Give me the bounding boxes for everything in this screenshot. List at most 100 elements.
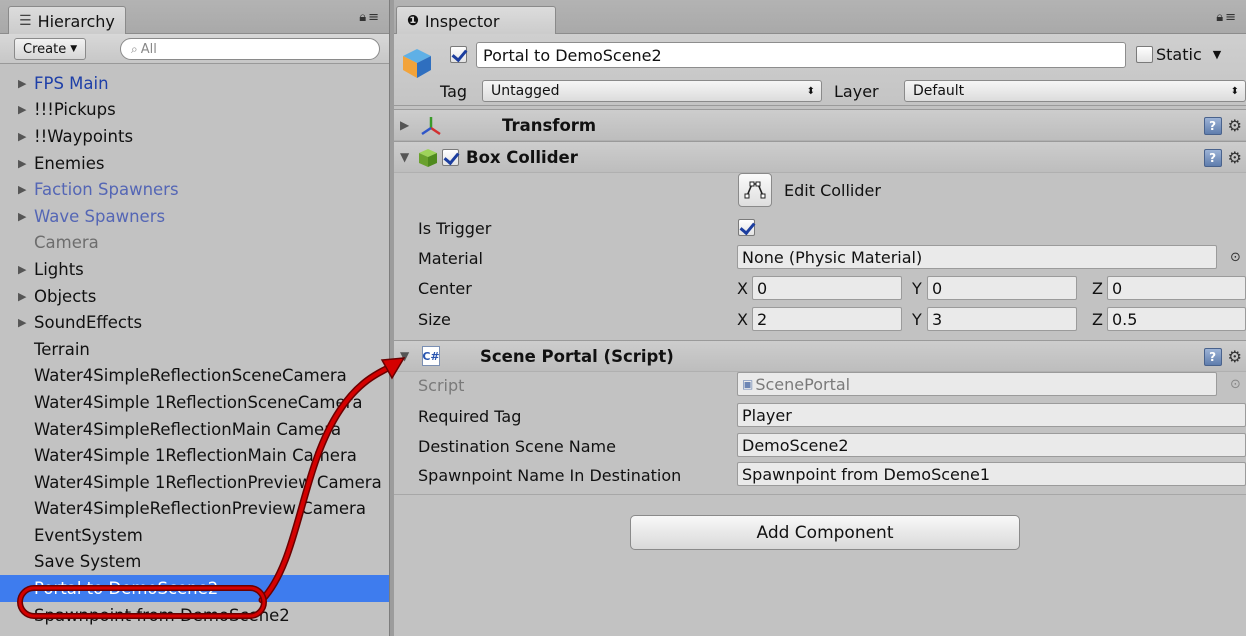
panel-menu-icon[interactable]: 🔒︎≡ [359, 10, 381, 25]
tree-item[interactable]: ▶ Wave Spawners [0, 203, 389, 230]
center-z-field[interactable]: 0 [1107, 276, 1246, 300]
expand-arrow-icon[interactable]: ▶ [18, 157, 34, 170]
tree-item[interactable]: ▶ Enemies [0, 150, 389, 177]
object-active-checkbox[interactable] [450, 46, 467, 63]
script-value: ScenePortal [755, 374, 851, 394]
static-checkbox[interactable] [1136, 46, 1153, 63]
help-icon[interactable]: ? [1203, 116, 1222, 135]
search-icon: ⌕ [131, 41, 138, 56]
box-collider-header[interactable]: ▼ Box Collider ? ⚙ [394, 141, 1246, 173]
object-name-field[interactable]: Portal to DemoScene2 [476, 42, 1126, 68]
layer-dropdown[interactable]: Default ⬍ [904, 80, 1246, 102]
tree-item[interactable]: Water4Simple 1ReflectionMain Camera [0, 442, 389, 469]
edit-collider-button[interactable] [738, 173, 772, 207]
size-x-value: 2 [757, 309, 768, 329]
panel-menu-icon[interactable]: 🔒︎≡ [1216, 10, 1238, 25]
add-component-button[interactable]: Add Component [630, 515, 1020, 550]
tree-item[interactable]: EventSystem [0, 522, 389, 549]
tag-dropdown[interactable]: Untagged ⬍ [482, 80, 822, 102]
list-icon: ☰ [19, 13, 32, 29]
gear-icon[interactable]: ⚙ [1228, 148, 1242, 167]
csharp-script-icon: C# [422, 346, 440, 366]
size-x-field[interactable]: 2 [752, 307, 902, 331]
required-tag-field[interactable]: Player [737, 403, 1246, 427]
destination-scene-field[interactable]: DemoScene2 [737, 433, 1246, 457]
size-label: Size [418, 310, 451, 329]
destination-scene-value: DemoScene2 [742, 435, 849, 455]
is-trigger-checkbox[interactable] [738, 219, 755, 236]
spawnpoint-field[interactable]: Spawnpoint from DemoScene1 [737, 462, 1246, 486]
tree-item[interactable]: ▶ Faction Spawners [0, 176, 389, 203]
expand-arrow-icon[interactable]: ▶ [18, 210, 34, 223]
center-y-field[interactable]: 0 [927, 276, 1077, 300]
destination-scene-label: Destination Scene Name [418, 437, 616, 456]
help-icon[interactable]: ? [1203, 148, 1222, 167]
is-trigger-label: Is Trigger [418, 219, 492, 238]
gear-icon[interactable]: ⚙ [1228, 347, 1242, 366]
fold-arrow-icon[interactable]: ▼ [400, 349, 409, 363]
material-label: Material [418, 249, 483, 268]
hierarchy-panel: ☰ Hierarchy 🔒︎≡ Create ▼ ⌕ All ▶ FPS Main… [0, 0, 389, 636]
expand-arrow-icon[interactable]: ▶ [18, 103, 34, 116]
center-y-label[interactable]: Y [912, 279, 922, 298]
scene-portal-header[interactable]: ▼ C# Scene Portal (Script) ? ⚙ [394, 340, 1246, 372]
expand-arrow-icon[interactable]: ▶ [18, 77, 34, 90]
size-y-field[interactable]: 3 [927, 307, 1077, 331]
center-z-label[interactable]: Z [1092, 279, 1103, 298]
material-field[interactable]: None (Physic Material) [737, 245, 1217, 269]
tree-item[interactable]: ▶ FPS Main [0, 70, 389, 97]
object-picker-icon: ⊙ [1230, 377, 1241, 392]
tree-item-label: Water4SimpleReflectionMain Camera [34, 419, 342, 439]
required-tag-value: Player [742, 405, 792, 425]
size-x-label[interactable]: X [737, 310, 748, 329]
edit-collider-icon [744, 181, 766, 199]
box-collider-enabled-checkbox[interactable] [442, 149, 459, 166]
inspector-tab[interactable]: ❶ Inspector [396, 6, 556, 35]
center-label: Center [418, 279, 472, 298]
tree-item[interactable]: Terrain [0, 336, 389, 363]
layer-value: Default [913, 83, 965, 99]
expand-arrow-icon[interactable]: ▶ [18, 290, 34, 303]
edit-collider-label: Edit Collider [784, 181, 881, 200]
static-label: Static [1156, 45, 1202, 64]
transform-header[interactable]: ▶ Transform ? ⚙ [394, 109, 1246, 141]
tree-item[interactable]: Water4SimpleReflectionMain Camera [0, 416, 389, 443]
center-x-label[interactable]: X [737, 279, 748, 298]
expand-arrow-icon[interactable]: ▶ [18, 316, 34, 329]
tree-item[interactable]: ▶ !!Waypoints [0, 123, 389, 150]
object-picker-icon[interactable]: ⊙ [1230, 250, 1241, 265]
tree-item[interactable]: ▶ !!!Pickups [0, 97, 389, 124]
size-z-field[interactable]: 0.5 [1107, 307, 1246, 331]
hierarchy-tab[interactable]: ☰ Hierarchy [8, 6, 126, 35]
chevron-down-icon: ▼ [70, 44, 78, 54]
tree-item[interactable]: Water4SimpleReflectionPreview Camera [0, 496, 389, 523]
expand-arrow-icon[interactable]: ▶ [18, 183, 34, 196]
tree-item[interactable]: Portal to DemoScene2 [0, 575, 389, 602]
tree-item[interactable]: ▶ Lights [0, 256, 389, 283]
tree-item[interactable]: Save System [0, 549, 389, 576]
search-input[interactable]: ⌕ All [120, 38, 380, 60]
box-collider-icon [419, 149, 437, 167]
tree-item[interactable]: Camera [0, 230, 389, 257]
tree-item[interactable]: Water4Simple 1ReflectionSceneCamera [0, 389, 389, 416]
size-z-label[interactable]: Z [1092, 310, 1103, 329]
tree-item[interactable]: ▶ SoundEffects [0, 309, 389, 336]
create-button[interactable]: Create ▼ [14, 38, 87, 60]
tree-item[interactable]: ▶ Objects [0, 283, 389, 310]
fold-arrow-icon[interactable]: ▶ [400, 118, 409, 132]
tree-item[interactable]: Spawnpoint from DemoScene2 [0, 602, 389, 629]
fold-arrow-icon[interactable]: ▼ [400, 150, 409, 164]
center-x-field[interactable]: 0 [752, 276, 902, 300]
size-y-label[interactable]: Y [912, 310, 922, 329]
tree-item-label: Lights [34, 259, 84, 279]
inspector-tab-label: Inspector [424, 11, 500, 31]
static-toggle[interactable]: Static ▼ [1136, 45, 1221, 64]
gear-icon[interactable]: ⚙ [1228, 116, 1242, 135]
expand-arrow-icon[interactable]: ▶ [18, 263, 34, 276]
help-icon[interactable]: ? [1203, 347, 1222, 366]
expand-arrow-icon[interactable]: ▶ [18, 130, 34, 143]
chevron-down-icon[interactable]: ▼ [1213, 48, 1221, 61]
tree-item[interactable]: Water4SimpleReflectionSceneCamera [0, 363, 389, 390]
tree-item[interactable]: Water4Simple 1ReflectionPreview Camera [0, 469, 389, 496]
tree-item-label: SoundEffects [34, 313, 143, 333]
